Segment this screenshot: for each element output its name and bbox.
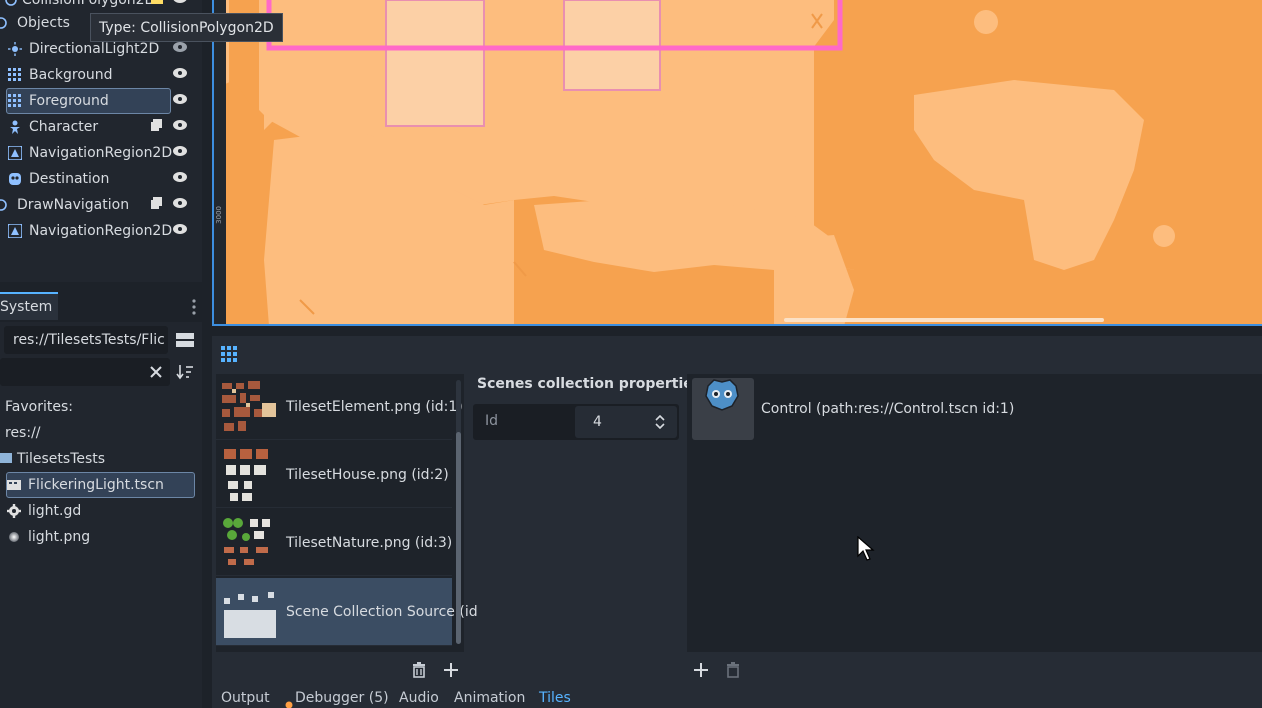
gear-icon <box>0 504 28 518</box>
source-item[interactable]: TilesetHouse.png (id:2) <box>216 442 452 508</box>
path-field[interactable]: res://TilesetsTests/Flic <box>4 326 168 354</box>
visibility-icon[interactable] <box>172 197 188 213</box>
visibility-icon[interactable] <box>172 41 188 57</box>
id-property-row: Id 4 <box>473 404 679 440</box>
tilemap-canvas <box>214 0 1262 324</box>
folder-icon <box>0 451 12 467</box>
fs-item-res-root[interactable]: res:// <box>5 420 203 446</box>
scene-file-icon <box>0 479 28 491</box>
tileset-source-list: TilesetElement.png (id:1) TilesetHouse.p… <box>216 374 478 652</box>
light-icon <box>4 42 26 56</box>
left-dock: CollisionPolygon2D Objects DirectionalLi… <box>0 0 204 708</box>
tab-debugger[interactable]: Debugger (5) <box>295 690 389 706</box>
character-icon <box>4 120 26 134</box>
add-icon[interactable] <box>442 661 460 679</box>
fs-item-light-png[interactable]: light.png <box>0 524 198 550</box>
tree-item-character[interactable]: Character <box>0 114 200 140</box>
collision-polygon-icon <box>0 0 22 7</box>
source-item[interactable]: TilesetElement.png (id:1) <box>216 374 463 440</box>
source-item-selected[interactable]: Scene Collection Source (id <box>216 578 478 646</box>
filesystem-tabbar: System <box>0 292 204 320</box>
spinner-arrows-icon[interactable] <box>655 414 665 433</box>
node-type-tooltip: Type: CollisionPolygon2D <box>90 13 283 42</box>
visibility-icon[interactable] <box>172 93 188 109</box>
id-label: Id <box>485 413 499 429</box>
godot-logo-icon <box>704 378 740 416</box>
id-spinbox[interactable]: 4 <box>575 406 677 438</box>
visibility-icon[interactable] <box>172 67 188 83</box>
properties-title: Scenes collection properties: <box>477 376 707 392</box>
tree-item-navigation-region-2[interactable]: NavigationRegion2D <box>0 218 200 244</box>
tree-item-draw-navigation[interactable]: DrawNavigation <box>0 192 200 218</box>
bottom-dock-tabs: Output Debugger (5) Audio Animation Tile… <box>212 690 1262 708</box>
script-icon[interactable] <box>150 196 164 214</box>
scrollbar-thumb[interactable] <box>456 432 461 644</box>
tree-item-background[interactable]: Background <box>0 62 200 88</box>
source-list-scrollbar[interactable] <box>456 380 461 644</box>
visibility-icon[interactable] <box>172 171 188 187</box>
add-scene-icon[interactable] <box>692 661 710 679</box>
sort-icon[interactable] <box>176 363 194 381</box>
tileset-tab-icon[interactable] <box>221 346 237 362</box>
clear-icon[interactable] <box>148 364 164 380</box>
script-icon[interactable] <box>150 118 164 136</box>
source-item[interactable]: TilesetNature.png (id:3) <box>216 510 452 576</box>
scene-collection-thumbnail <box>220 584 278 640</box>
image-icon <box>0 531 28 543</box>
fs-item-flickeringlight[interactable]: FlickeringLight.tscn <box>0 472 198 498</box>
warning-icon[interactable] <box>150 0 164 9</box>
visibility-icon[interactable] <box>172 145 188 161</box>
scene-item-label: Control (path:res://Control.tscn id:1) <box>761 401 1015 417</box>
tab-filesystem[interactable]: System <box>0 292 59 320</box>
tileset-house-thumbnail <box>220 447 278 503</box>
filter-files-input[interactable] <box>0 358 170 386</box>
visibility-icon[interactable] <box>172 223 188 239</box>
remove-scene-icon[interactable] <box>724 661 742 679</box>
fs-item-light-gd[interactable]: light.gd <box>0 498 198 524</box>
debugger-status-icon <box>285 697 293 708</box>
node2d-icon <box>0 198 10 212</box>
scene-item-thumbnail[interactable] <box>692 378 754 440</box>
tileset-element-thumbnail <box>220 379 278 435</box>
kebab-menu-icon[interactable] <box>190 298 198 320</box>
tileset-nature-thumbnail <box>220 515 278 571</box>
tab-animation[interactable]: Animation <box>454 690 525 706</box>
tree-item-destination[interactable]: Destination <box>0 166 200 192</box>
visibility-icon[interactable] <box>172 0 188 8</box>
sprite-icon <box>4 172 26 186</box>
mouse-cursor-icon <box>857 535 875 566</box>
favorites-label: Favorites: <box>5 399 73 415</box>
tab-tiles[interactable]: Tiles <box>539 690 571 706</box>
scene-tree-panel: CollisionPolygon2D Objects DirectionalLi… <box>0 0 202 282</box>
tree-item-navigation-region[interactable]: NavigationRegion2D <box>0 140 200 166</box>
vertical-ruler: 3000 <box>214 0 226 324</box>
split-view-icon[interactable] <box>176 332 194 348</box>
tab-audio[interactable]: Audio <box>399 690 439 706</box>
trash-icon[interactable] <box>410 661 428 679</box>
visibility-icon[interactable] <box>172 119 188 135</box>
navigation-region-icon <box>4 224 26 238</box>
canvas-viewport[interactable]: 3000 <box>212 0 1262 326</box>
tilemap-icon <box>4 68 26 82</box>
fs-item-tilesetstests[interactable]: TilesetsTests <box>0 446 198 472</box>
node2d-icon <box>0 16 10 30</box>
navigation-region-icon <box>4 146 26 160</box>
tab-output[interactable]: Output <box>221 690 270 706</box>
tree-item-foreground[interactable]: Foreground <box>0 88 200 114</box>
tilemap-icon <box>4 94 26 108</box>
